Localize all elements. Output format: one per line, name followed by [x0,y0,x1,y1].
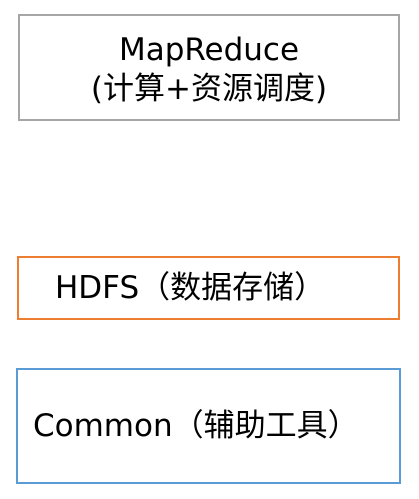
mapreduce-layer-box: MapReduce (计算+资源调度) [18,14,400,121]
hdfs-layer-box: HDFS（数据存储） [17,256,400,320]
mapreduce-layer-subtitle: (计算+资源调度) [90,71,328,107]
mapreduce-layer-title: MapReduce [118,32,300,68]
common-layer-label: Common（辅助工具） [33,408,359,444]
common-layer-box: Common（辅助工具） [16,368,401,484]
hdfs-layer-label: HDFS（数据存储） [55,270,326,306]
